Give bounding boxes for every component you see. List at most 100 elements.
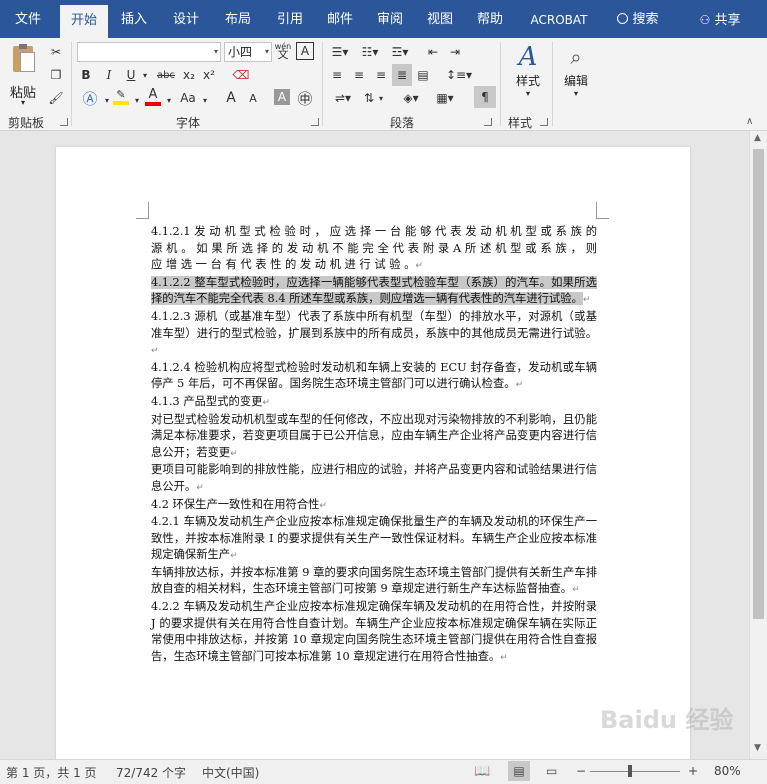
scrollbar-thumb[interactable] <box>753 149 764 619</box>
clear-formatting-icon[interactable]: ⌫ <box>232 65 250 85</box>
show-marks-icon[interactable]: ¶ <box>474 86 496 108</box>
phonetic-guide-button[interactable]: wén 文 <box>274 41 292 61</box>
align-right-icon[interactable]: ≡ <box>372 65 390 85</box>
highlight-color-button[interactable]: ✎ <box>112 86 130 106</box>
tab-file[interactable]: 文件 <box>4 0 52 38</box>
editing-button[interactable]: ⌕ 编辑 ▾ <box>558 42 594 108</box>
font-launcher-icon[interactable] <box>311 118 319 126</box>
increase-indent-icon[interactable]: ⇥ <box>446 42 464 62</box>
paragraph-selected[interactable]: 4.1.2.2 整车型式检验时，应选择一辆能够代表型式检验车型（系族）的汽车。如… <box>151 275 597 309</box>
paragraph[interactable]: 对已型式检验发动机机型或车型的任何修改，不应出现对污染物排放的不利影响，且仍能满… <box>151 412 597 463</box>
copy-icon[interactable]: ❐ <box>47 65 65 85</box>
print-layout-icon[interactable]: ▤ <box>508 761 530 781</box>
paragraph[interactable]: 4.1.3 产品型式的变更↵ <box>151 394 597 412</box>
tab-view[interactable]: 视图 <box>418 0 462 38</box>
grow-font-button[interactable]: A <box>222 88 240 108</box>
watermark: Baidu 经验 <box>600 706 734 734</box>
zoom-in-button[interactable]: + <box>688 764 698 778</box>
chevron-down-icon[interactable]: ▾ <box>376 88 386 108</box>
tab-insert[interactable]: 插入 <box>112 0 156 38</box>
font-color-button[interactable]: A <box>144 86 162 106</box>
tab-references[interactable]: 引用 <box>268 0 312 38</box>
bold-button[interactable]: B <box>78 65 94 85</box>
paragraph[interactable]: 4.2 环保生产一致性和在用符合性↵ <box>151 497 597 515</box>
paragraph[interactable]: 4.2.1 车辆及发动机生产企业应按本标准规定确保批量生产的车辆及发动机的环保生… <box>151 514 597 565</box>
italic-button[interactable]: I <box>101 65 117 85</box>
cut-icon[interactable]: ✂ <box>47 42 65 62</box>
subscript-button[interactable]: x₂ <box>180 65 198 85</box>
borders-icon[interactable]: ▦▾ <box>432 88 458 108</box>
change-case-button[interactable]: Aa <box>178 88 198 108</box>
search-label: 搜索 <box>632 12 659 27</box>
collapse-ribbon-icon[interactable]: ∧ <box>746 116 753 127</box>
character-shading-button[interactable]: A <box>274 89 290 105</box>
document-page[interactable]: 4.1.2.1 发 动 机 型 式 检 验 时 ， 应 选 择 一 台 能 够 … <box>56 147 690 767</box>
page-count[interactable]: 第 1 页，共 1 页 <box>6 764 97 781</box>
tab-acrobat[interactable]: ACROBAT <box>522 0 596 38</box>
share-button[interactable]: ⚇ 共享 <box>694 0 746 38</box>
scroll-down-icon[interactable]: ▼ <box>754 743 761 753</box>
paragraph[interactable]: 4.1.2.1 发 动 机 型 式 检 验 时 ， 应 选 择 一 台 能 够 … <box>151 224 597 275</box>
shading-icon[interactable]: ◈▾ <box>398 88 424 108</box>
clipboard-launcher-icon[interactable] <box>60 118 68 126</box>
paste-button[interactable]: 粘贴 ▾ <box>8 44 42 107</box>
tab-home[interactable]: 开始 <box>60 5 108 38</box>
decrease-indent-icon[interactable]: ⇤ <box>424 42 442 62</box>
multilevel-list-icon[interactable]: ☲▾ <box>388 42 412 62</box>
scroll-up-icon[interactable]: ▲ <box>754 133 761 143</box>
divider <box>552 42 553 126</box>
highlighter-icon: ✎ <box>116 87 126 101</box>
search-box[interactable]: 搜索 <box>610 0 666 38</box>
zoom-level[interactable]: 80% <box>714 764 741 778</box>
tab-help[interactable]: 帮助 <box>468 0 512 38</box>
superscript-button[interactable]: x² <box>200 65 218 85</box>
zoom-slider-thumb[interactable] <box>628 765 632 777</box>
text-effects-icon[interactable]: Ⓐ <box>80 88 100 108</box>
vertical-scrollbar[interactable]: ▲ ▼ <box>749 131 767 759</box>
justify-icon[interactable]: ≣ <box>392 64 412 86</box>
paragraph[interactable]: 4.1.2.4 检验机构应将型式检验时发动机和车辆上安装的 ECU 封存备查，发… <box>151 360 597 394</box>
ribbon: 粘贴 ▾ ✂ ❐ 🖌 剪贴板 ▾ 小四 ▾ wén 文 A B I U ▾ abc … <box>0 38 767 131</box>
align-left-icon[interactable]: ≡ <box>328 65 346 85</box>
document-body[interactable]: 4.1.2.1 发 动 机 型 式 检 验 时 ， 应 选 择 一 台 能 够 … <box>151 224 597 666</box>
tab-mailings[interactable]: 邮件 <box>318 0 362 38</box>
ribbon-tab-bar: 文件 开始 插入 设计 布局 引用 邮件 审阅 视图 帮助 ACROBAT 搜索… <box>0 0 767 38</box>
distributed-icon[interactable]: ▤ <box>414 65 432 85</box>
search-icon <box>617 13 629 24</box>
shrink-font-button[interactable]: A <box>244 88 262 108</box>
tab-design[interactable]: 设计 <box>164 0 208 38</box>
paragraph-launcher-icon[interactable] <box>484 118 492 126</box>
align-center-icon[interactable]: ≡ <box>350 65 368 85</box>
chevron-down-icon[interactable]: ▾ <box>140 65 150 85</box>
numbering-icon[interactable]: ☷▾ <box>358 42 382 62</box>
chevron-down-icon[interactable]: ▾ <box>164 90 174 110</box>
tab-review[interactable]: 审阅 <box>368 0 412 38</box>
paragraph[interactable]: 车辆排放达标，并按本标准第 9 章的要求向国务院生态环境主管部门提供有关新生产车… <box>151 565 597 599</box>
person-icon: ⚇ <box>699 13 711 27</box>
underline-button[interactable]: U <box>124 65 138 85</box>
font-name-combo[interactable]: ▾ <box>77 42 221 62</box>
paragraph[interactable]: 4.1.2.3 源机（或基准车型）代表了系族中所有机型（车型）的排放水平，对源机… <box>151 309 597 360</box>
language[interactable]: 中文(中国) <box>202 764 259 781</box>
chevron-down-icon[interactable]: ▾ <box>200 90 210 110</box>
chevron-down-icon[interactable]: ▾ <box>132 90 142 110</box>
styles-launcher-icon[interactable] <box>540 118 548 126</box>
font-size-combo[interactable]: 小四 ▾ <box>224 42 272 62</box>
format-painter-icon[interactable]: 🖌 <box>47 88 65 108</box>
chevron-down-icon[interactable]: ▾ <box>102 90 112 110</box>
chinese-layout-icon[interactable]: ⇌▾ <box>330 88 356 108</box>
line-spacing-icon[interactable]: ↕≡▾ <box>446 65 472 85</box>
styles-button[interactable]: A 样式 ▾ <box>508 42 548 108</box>
web-layout-icon[interactable]: ▭ <box>546 764 557 778</box>
paragraph[interactable]: 更项目可能影响到的排放性能，应进行相应的试验，并将产品变更内容和试验结果进行信息… <box>151 462 597 496</box>
tab-layout[interactable]: 布局 <box>216 0 260 38</box>
zoom-out-button[interactable]: − <box>576 764 586 778</box>
read-mode-icon[interactable]: 📖 <box>474 764 490 779</box>
bullets-icon[interactable]: ☰▾ <box>328 42 352 62</box>
paragraph[interactable]: 4.2.2 车辆及发动机生产企业应按本标准规定确保车辆及发动机的在用符合性，并按… <box>151 599 597 666</box>
word-count[interactable]: 72/742 个字 <box>116 764 186 781</box>
zoom-slider[interactable] <box>590 765 680 777</box>
character-border-button[interactable]: A <box>296 42 314 60</box>
enclose-characters-icon[interactable]: ㊥ <box>296 88 314 108</box>
strikethrough-button[interactable]: abc <box>155 65 177 85</box>
